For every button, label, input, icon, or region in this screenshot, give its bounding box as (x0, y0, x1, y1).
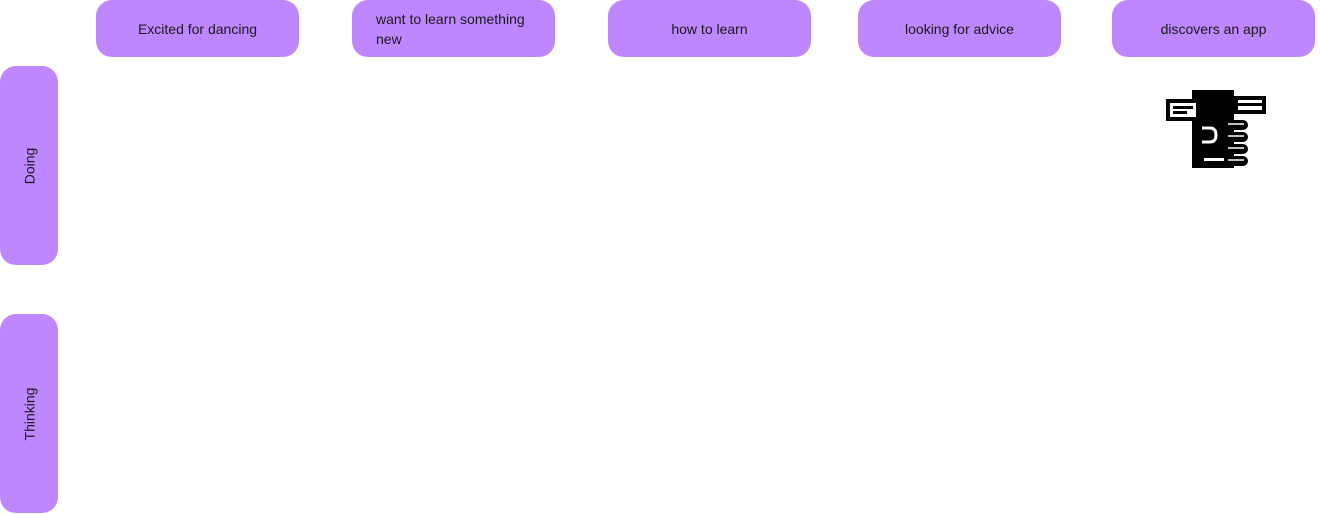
stage-label: discovers an app (1160, 20, 1267, 37)
stage-label: looking for advice (905, 20, 1014, 37)
stage-card-looking-for-advice: looking for advice (858, 0, 1061, 57)
hand-holding-phone-icon (1166, 90, 1266, 168)
lane-label: Doing (21, 147, 37, 184)
lane-thinking: Thinking (0, 314, 58, 513)
stage-card-want-to-learn: want to learn something new (352, 0, 555, 57)
lane-doing: Doing (0, 66, 58, 265)
stage-card-excited-for-dancing: Excited for dancing (96, 0, 299, 57)
stage-card-discovers-an-app: discovers an app (1112, 0, 1315, 57)
stage-card-how-to-learn: how to learn (608, 0, 811, 57)
lane-label: Thinking (20, 387, 37, 440)
stage-label: how to learn (671, 20, 748, 37)
stage-label: Excited for dancing (137, 20, 258, 37)
stage-label: want to learn something new (376, 10, 525, 47)
